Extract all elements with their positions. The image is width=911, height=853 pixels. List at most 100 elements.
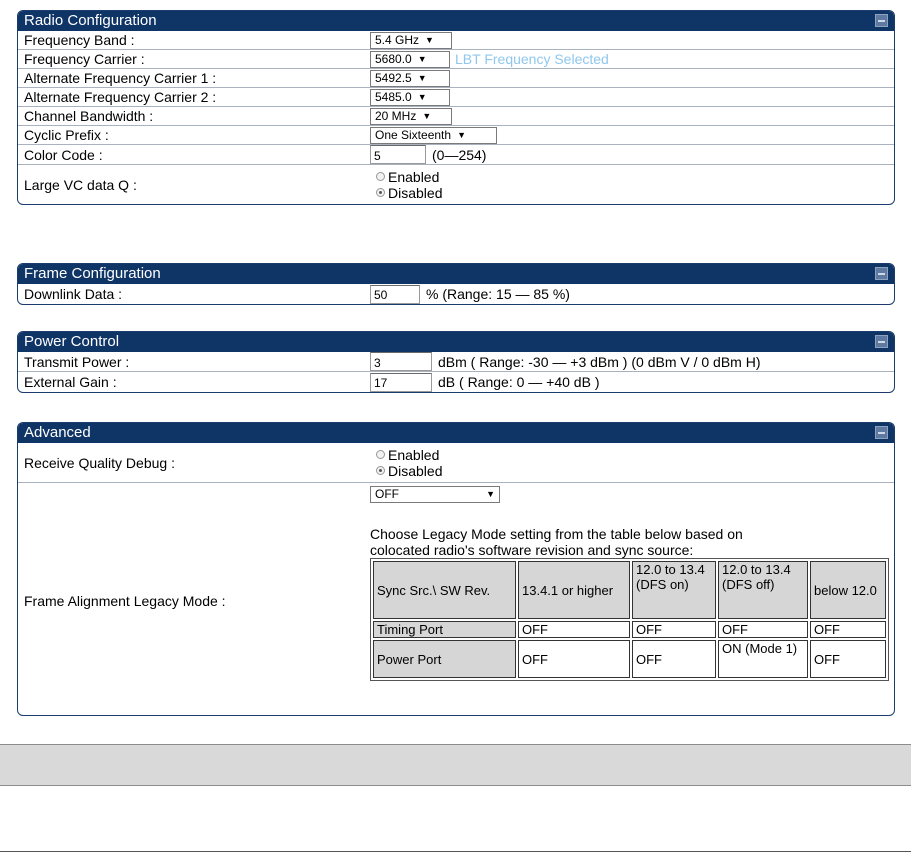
select-value: 5492.5 [375, 70, 412, 85]
cyclic-prefix-label: Cyclic Prefix : [24, 127, 109, 143]
table-cell: ON (Mode 1) [718, 640, 808, 678]
rq-debug-disabled-option[interactable]: Disabled [376, 463, 442, 479]
frequency-band-label: Frequency Band : [24, 32, 135, 48]
channel-bandwidth-select[interactable]: 20 MHz ▼ [370, 107, 452, 125]
alternate-carrier-1-label: Alternate Frequency Carrier 1 : [24, 70, 217, 86]
select-value: 5485.0 [375, 89, 412, 104]
table-cell: OFF [718, 621, 808, 638]
legacy-mode-table: Sync Src.\ SW Rev. 13.4.1 or higher 12.0… [370, 558, 889, 681]
table-cell: OFF [632, 621, 716, 638]
alternate-carrier-1-row: Alternate Frequency Carrier 1 : 5492.5 ▼ [18, 69, 894, 88]
table-row: Timing Port OFF OFF OFF OFF [373, 621, 886, 638]
downlink-data-label: Downlink Data : [24, 286, 123, 302]
alternate-carrier-2-row: Alternate Frequency Carrier 2 : 5485.0 ▼ [18, 88, 894, 107]
collapse-icon[interactable] [875, 426, 888, 439]
table-header-cell: 12.0 to 13.4 (DFS off) [718, 561, 808, 619]
table-header-cell: below 12.0 [810, 561, 886, 619]
legacy-help-text: Choose Legacy Mode setting from the tabl… [370, 526, 890, 558]
cyclic-prefix-select[interactable]: One Sixteenth ▼ [370, 126, 497, 144]
large-vc-row: Large VC data Q : Enabled Disabled [18, 165, 894, 204]
help-line-1: Choose Legacy Mode setting from the tabl… [370, 526, 743, 542]
frequency-band-row: Frequency Band : 5.4 GHz ▼ [18, 31, 894, 50]
select-value: 5.4 GHz [375, 32, 420, 47]
channel-bandwidth-label: Channel Bandwidth : [24, 108, 154, 124]
disabled-label: Disabled [388, 462, 443, 479]
downlink-data-input[interactable] [370, 284, 420, 304]
external-gain-row: External Gain : dB ( Range: 0 — +40 dB ) [18, 372, 894, 392]
frame-alignment-legacy-label: Frame Alignment Legacy Mode : [24, 593, 226, 609]
alternate-carrier-2-select[interactable]: 5485.0 ▼ [370, 88, 450, 106]
table-row: Power Port OFF OFF ON (Mode 1) OFF [373, 640, 886, 678]
select-value: OFF [375, 487, 399, 501]
footer-bar [0, 744, 911, 786]
receive-quality-debug-label: Receive Quality Debug : [24, 454, 175, 471]
table-cell: OFF [632, 640, 716, 678]
panel-title: Advanced [24, 424, 91, 441]
table-header-cell: 12.0 to 13.4 (DFS on) [632, 561, 716, 619]
collapse-icon[interactable] [875, 267, 888, 280]
large-vc-enabled-option[interactable]: Enabled [376, 169, 439, 185]
panel-title: Radio Configuration [24, 12, 157, 29]
select-value: 20 MHz [375, 108, 417, 123]
panel-header: Frame Configuration [18, 264, 894, 284]
panel-header: Advanced [18, 423, 894, 443]
table-cell: OFF [810, 640, 886, 678]
radio-button-icon[interactable] [376, 172, 385, 181]
transmit-power-range: dBm ( Range: -30 — +3 dBm ) (0 dBm V / 0… [438, 353, 761, 370]
color-code-input[interactable] [370, 145, 426, 164]
panel-title: Power Control [24, 333, 120, 350]
collapse-icon[interactable] [875, 335, 888, 348]
table-cell: OFF [518, 640, 630, 678]
collapse-icon[interactable] [875, 14, 888, 27]
downlink-data-range: % (Range: 15 — 85 %) [426, 286, 570, 302]
frequency-carrier-select[interactable]: 5680.0 ▼ [370, 50, 450, 68]
chevron-down-icon: ▼ [417, 72, 427, 83]
panel-header: Radio Configuration [18, 11, 894, 31]
table-cell: OFF [810, 621, 886, 638]
advanced-panel: Advanced Receive Quality Debug : Enabled… [17, 422, 895, 716]
enabled-label: Enabled [388, 446, 440, 463]
frame-alignment-legacy-row: Frame Alignment Legacy Mode : OFF ▼ Choos… [18, 483, 894, 715]
downlink-data-row: Downlink Data : % (Range: 15 — 85 %) [18, 284, 894, 304]
external-gain-range: dB ( Range: 0 — +40 dB ) [438, 374, 600, 390]
chevron-down-icon: ▼ [417, 91, 427, 102]
chevron-down-icon: ▼ [417, 53, 427, 64]
cyclic-prefix-row: Cyclic Prefix : One Sixteenth ▼ [18, 126, 894, 145]
power-control-panel: Power Control Transmit Power : dBm ( Ran… [17, 331, 895, 393]
disabled-label: Disabled [388, 184, 443, 201]
table-cell: Timing Port [373, 621, 516, 638]
table-header-row: Sync Src.\ SW Rev. 13.4.1 or higher 12.0… [373, 561, 886, 619]
external-gain-input[interactable] [370, 372, 432, 392]
radio-button-icon[interactable] [376, 466, 385, 475]
legacy-mode-select[interactable]: OFF ▼ [370, 486, 500, 503]
large-vc-disabled-option[interactable]: Disabled [376, 185, 442, 201]
color-code-label: Color Code : [24, 146, 103, 163]
lbt-status-text: LBT Frequency Selected [455, 51, 609, 67]
frequency-band-select[interactable]: 5.4 GHz ▼ [370, 31, 452, 49]
chevron-down-icon: ▼ [486, 489, 495, 499]
select-value: One Sixteenth [375, 127, 452, 142]
frame-configuration-panel: Frame Configuration Downlink Data : % (R… [17, 263, 895, 305]
panel-header: Power Control [18, 332, 894, 352]
radio-button-icon[interactable] [376, 450, 385, 459]
transmit-power-row: Transmit Power : dBm ( Range: -30 — +3 d… [18, 352, 894, 372]
divider [0, 851, 911, 852]
select-value: 5680.0 [375, 51, 412, 66]
alternate-carrier-1-select[interactable]: 5492.5 ▼ [370, 69, 450, 87]
chevron-down-icon: ▼ [457, 129, 466, 140]
chevron-down-icon: ▼ [422, 110, 432, 121]
color-code-range: (0—254) [432, 146, 487, 163]
external-gain-label: External Gain : [24, 374, 117, 390]
radio-button-icon[interactable] [376, 188, 385, 197]
table-cell: Power Port [373, 640, 516, 678]
frequency-carrier-label: Frequency Carrier : [24, 51, 145, 67]
frequency-carrier-row: Frequency Carrier : 5680.0 ▼ LBT Frequenc… [18, 50, 894, 69]
transmit-power-input[interactable] [370, 352, 432, 371]
alternate-carrier-2-label: Alternate Frequency Carrier 2 : [24, 89, 217, 105]
table-header-cell: 13.4.1 or higher [518, 561, 630, 619]
transmit-power-label: Transmit Power : [24, 353, 130, 370]
table-header-cell: Sync Src.\ SW Rev. [373, 561, 516, 619]
large-vc-label: Large VC data Q : [24, 176, 137, 193]
color-code-row: Color Code : (0—254) [18, 145, 894, 165]
rq-debug-enabled-option[interactable]: Enabled [376, 447, 439, 463]
